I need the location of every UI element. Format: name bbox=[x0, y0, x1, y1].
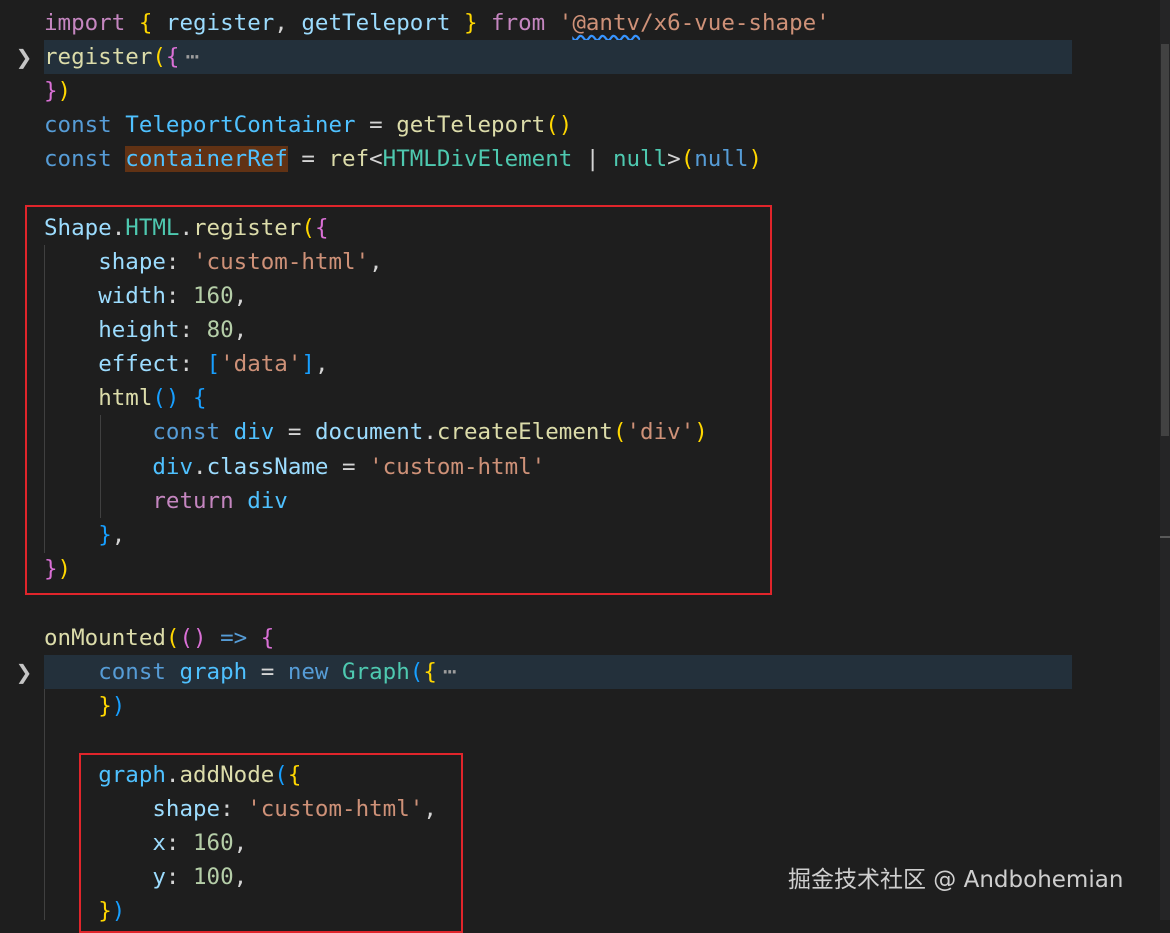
fold-ellipsis-icon[interactable]: ⋯ bbox=[185, 44, 199, 70]
code-token: => bbox=[220, 625, 248, 651]
code-line[interactable]: }) bbox=[44, 689, 125, 723]
code-token: HTMLDivElement bbox=[382, 146, 573, 172]
code-token: ref bbox=[328, 146, 370, 172]
fold-chevron-right-icon[interactable]: ❯ bbox=[14, 40, 34, 74]
code-line[interactable]: const containerRef = ref<HTMLDivElement … bbox=[44, 142, 762, 176]
code-token: , bbox=[274, 10, 302, 36]
code-token: containerRef bbox=[125, 146, 288, 172]
code-token: } bbox=[98, 693, 112, 719]
code-token: @antv bbox=[572, 10, 641, 36]
code-line[interactable]: }) bbox=[44, 74, 71, 108]
fold-ellipsis-icon[interactable]: ⋯ bbox=[443, 659, 457, 685]
code-token: > bbox=[667, 146, 681, 172]
code-token: graph bbox=[179, 659, 248, 685]
code-token: = bbox=[287, 146, 329, 172]
code-token: { bbox=[423, 659, 437, 685]
code-line[interactable]: onMounted(() => { bbox=[44, 621, 274, 655]
code-token: import bbox=[44, 10, 126, 36]
code-line[interactable]: register({⋯ bbox=[44, 40, 199, 74]
code-line[interactable]: import { register, getTeleport } from '@… bbox=[44, 6, 830, 40]
scrollbar-marker bbox=[1160, 536, 1170, 538]
code-token: ( bbox=[409, 659, 424, 685]
code-token: new bbox=[287, 659, 329, 685]
code-line[interactable]: const graph = new Graph({⋯ bbox=[44, 655, 456, 689]
highlight-box-add-node bbox=[79, 753, 463, 933]
code-token: const bbox=[44, 112, 112, 138]
code-token: = bbox=[247, 659, 288, 685]
code-token: | bbox=[572, 146, 613, 172]
code-token: ) bbox=[111, 693, 126, 719]
code-token: = bbox=[355, 112, 397, 138]
code-token: getTeleport bbox=[396, 112, 546, 138]
code-token: getTeleport bbox=[301, 10, 451, 36]
code-token: ) bbox=[558, 112, 573, 138]
code-editor[interactable]: import { register, getTeleport } from '@… bbox=[0, 0, 1170, 933]
code-token: ( bbox=[165, 625, 180, 651]
fold-chevron-right-icon[interactable]: ❯ bbox=[14, 655, 34, 689]
vertical-scrollbar-thumb[interactable] bbox=[1161, 44, 1169, 436]
code-token: ' bbox=[558, 10, 573, 36]
code-token: const bbox=[98, 659, 166, 685]
code-token: ( bbox=[152, 44, 166, 70]
code-token: const bbox=[44, 146, 112, 172]
code-token: ) bbox=[57, 78, 72, 104]
code-token: null bbox=[694, 146, 749, 172]
code-token: ( bbox=[680, 146, 695, 172]
code-token: register bbox=[165, 10, 275, 36]
code-line[interactable]: const TeleportContainer = getTeleport() bbox=[44, 108, 572, 142]
code-token: Graph bbox=[342, 659, 410, 685]
code-token: register bbox=[44, 44, 153, 70]
code-token: ( bbox=[179, 625, 194, 651]
code-token: { bbox=[165, 44, 180, 70]
code-token: { bbox=[260, 625, 275, 651]
code-token: { bbox=[138, 10, 153, 36]
code-token: } bbox=[44, 78, 58, 104]
code-token: /x6-vue-shape' bbox=[640, 10, 830, 36]
code-token: ) bbox=[748, 146, 762, 172]
watermark-text: 掘金技术社区 @ Andbohemian bbox=[788, 867, 1124, 893]
code-token: } bbox=[463, 10, 478, 36]
code-token: onMounted bbox=[44, 625, 166, 651]
code-token: TeleportContainer bbox=[125, 112, 356, 138]
code-token: ) bbox=[193, 625, 207, 651]
code-token: ( bbox=[545, 112, 559, 138]
code-token: from bbox=[491, 10, 546, 36]
code-token: < bbox=[369, 146, 383, 172]
code-token: null bbox=[612, 146, 668, 172]
highlight-box-shape-register bbox=[25, 205, 772, 595]
